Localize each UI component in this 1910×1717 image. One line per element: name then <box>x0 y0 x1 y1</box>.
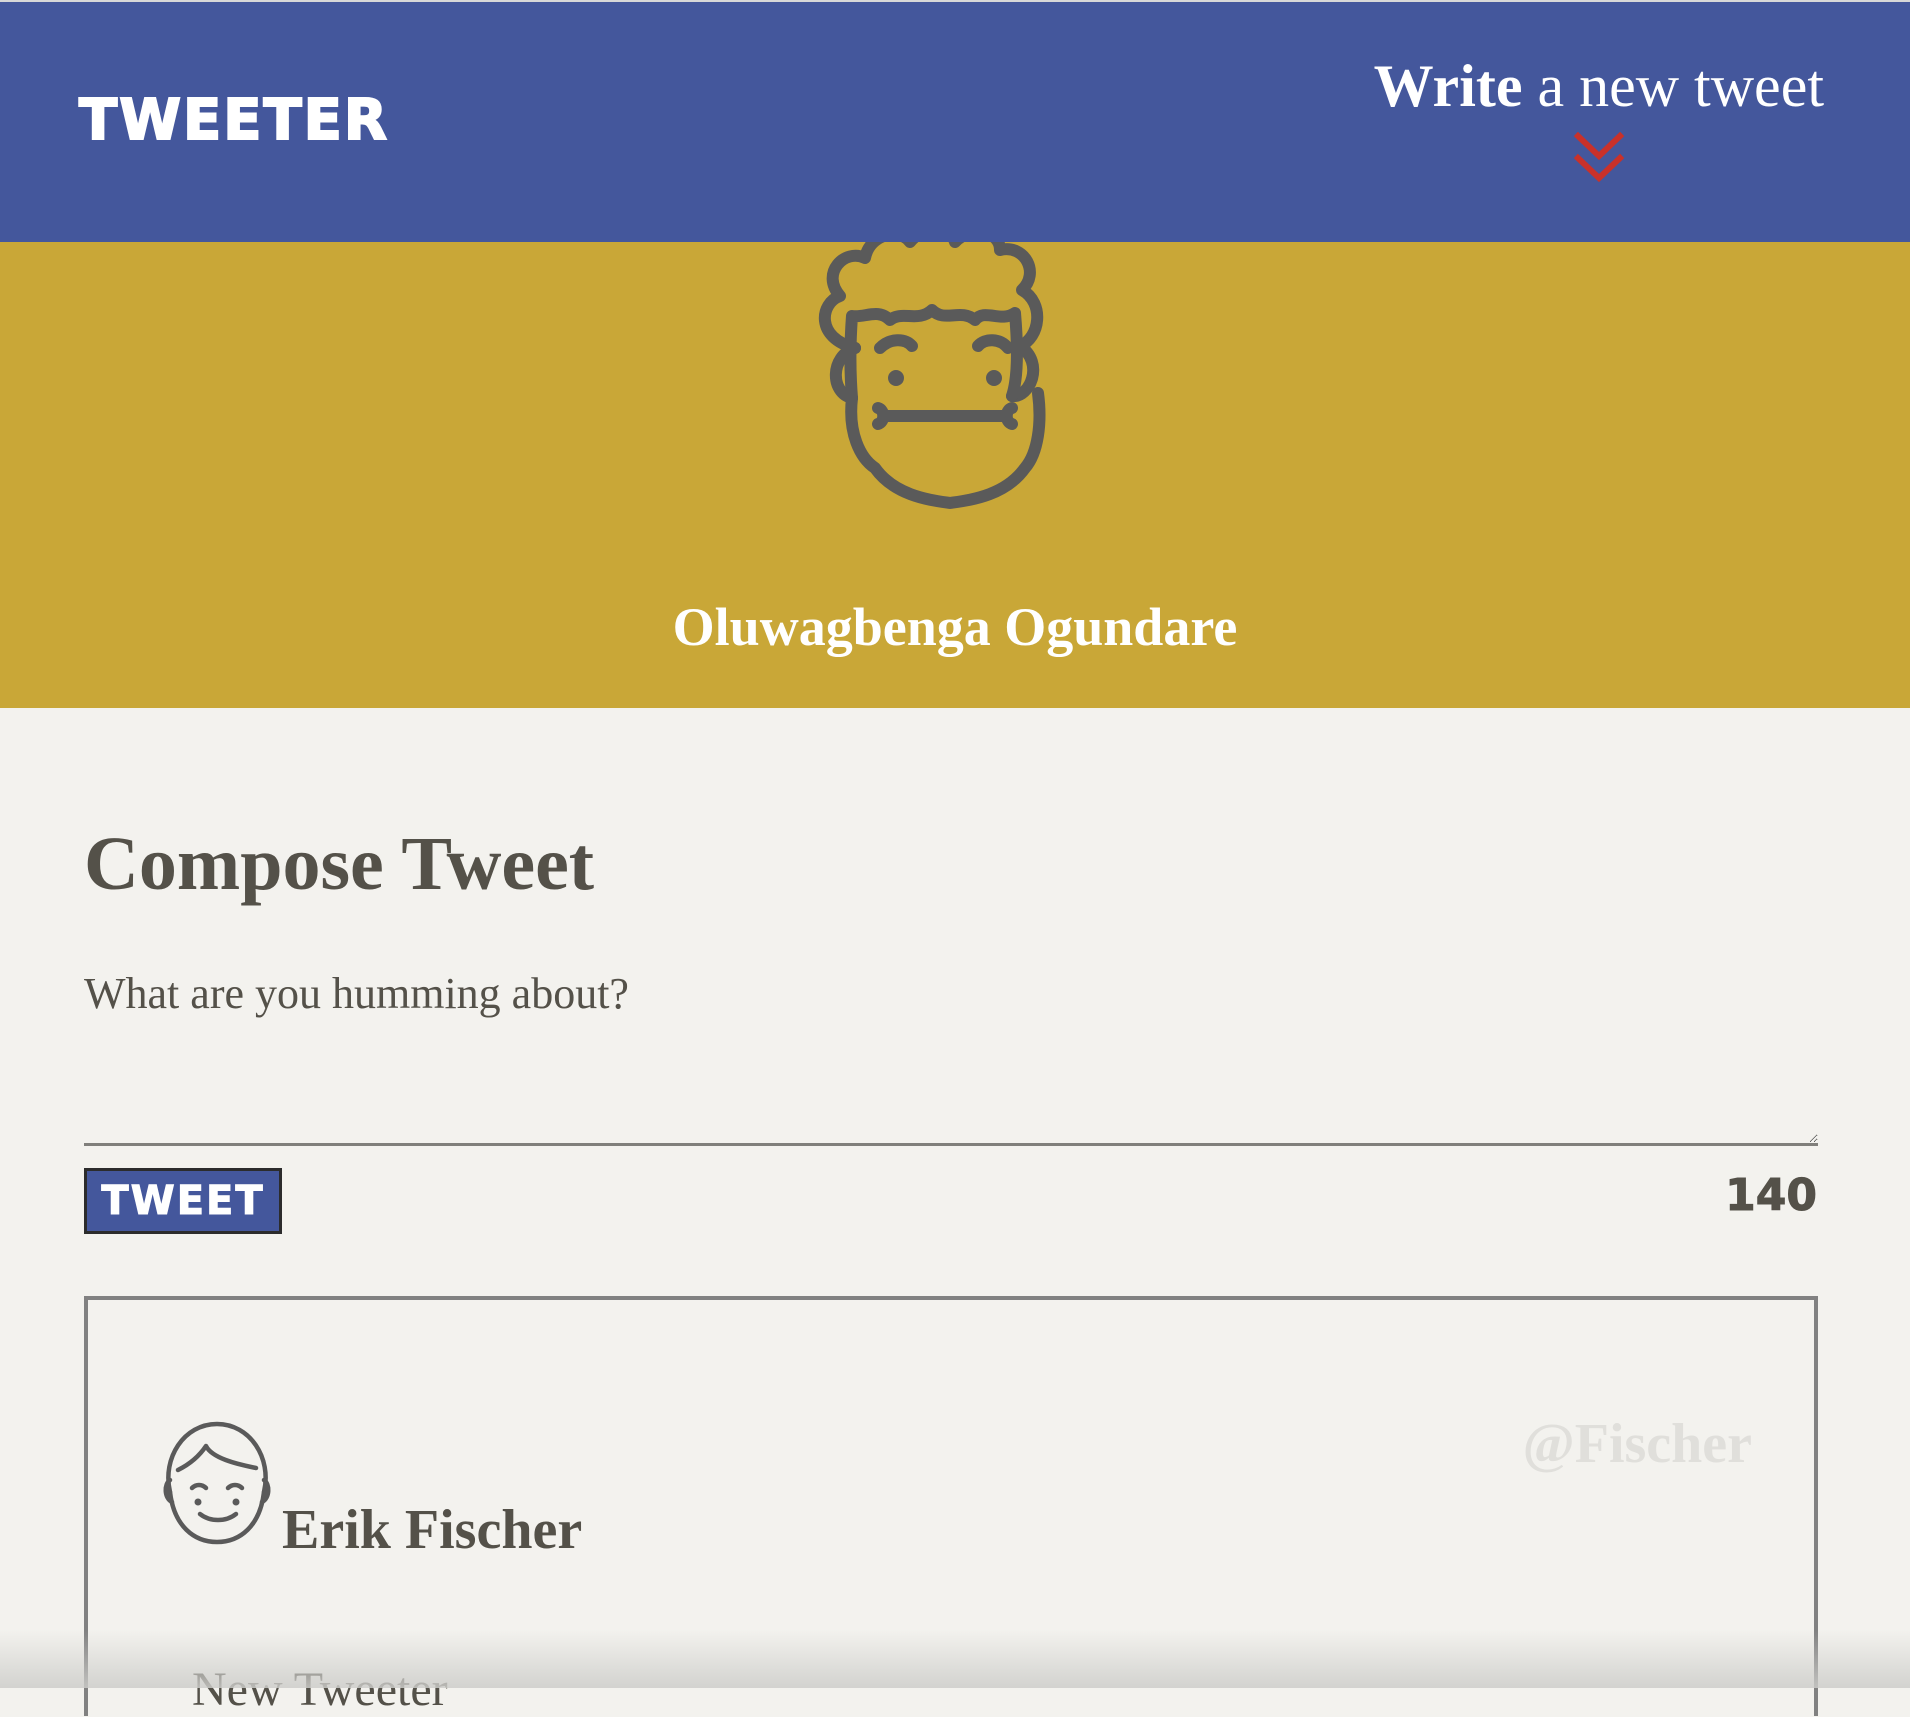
tweet-textarea[interactable] <box>84 968 1818 1146</box>
user-avatar-icon <box>163 1421 271 1545</box>
profile-banner: Oluwagbenga Ogundare <box>0 242 1910 708</box>
write-label-rest: a new tweet <box>1522 53 1824 119</box>
tweet-content: New Tweeter <box>192 1663 448 1716</box>
write-label-bold: Write <box>1373 53 1523 119</box>
write-new-tweet-link[interactable]: Write a new tweet <box>1374 52 1824 121</box>
compose-title: Compose Tweet <box>84 822 595 906</box>
top-nav-bar: TWEETER Write a new tweet <box>0 0 1910 242</box>
profile-avatar-icon <box>819 242 1046 509</box>
double-chevron-down-icon[interactable] <box>1574 132 1624 184</box>
char-counter: 140 <box>1725 1170 1818 1222</box>
profile-name: Oluwagbenga Ogundare <box>672 597 1238 657</box>
tweet-card: Erik Fischer @Fischer New Tweeter <box>84 1296 1818 1716</box>
tweet-author-handle: @Fischer <box>1522 1413 1752 1475</box>
tweet-author-name: Erik Fischer <box>282 1499 583 1561</box>
brand-logo[interactable]: TWEETER <box>78 87 389 154</box>
tweet-submit-button[interactable]: TWEET <box>84 1168 282 1234</box>
